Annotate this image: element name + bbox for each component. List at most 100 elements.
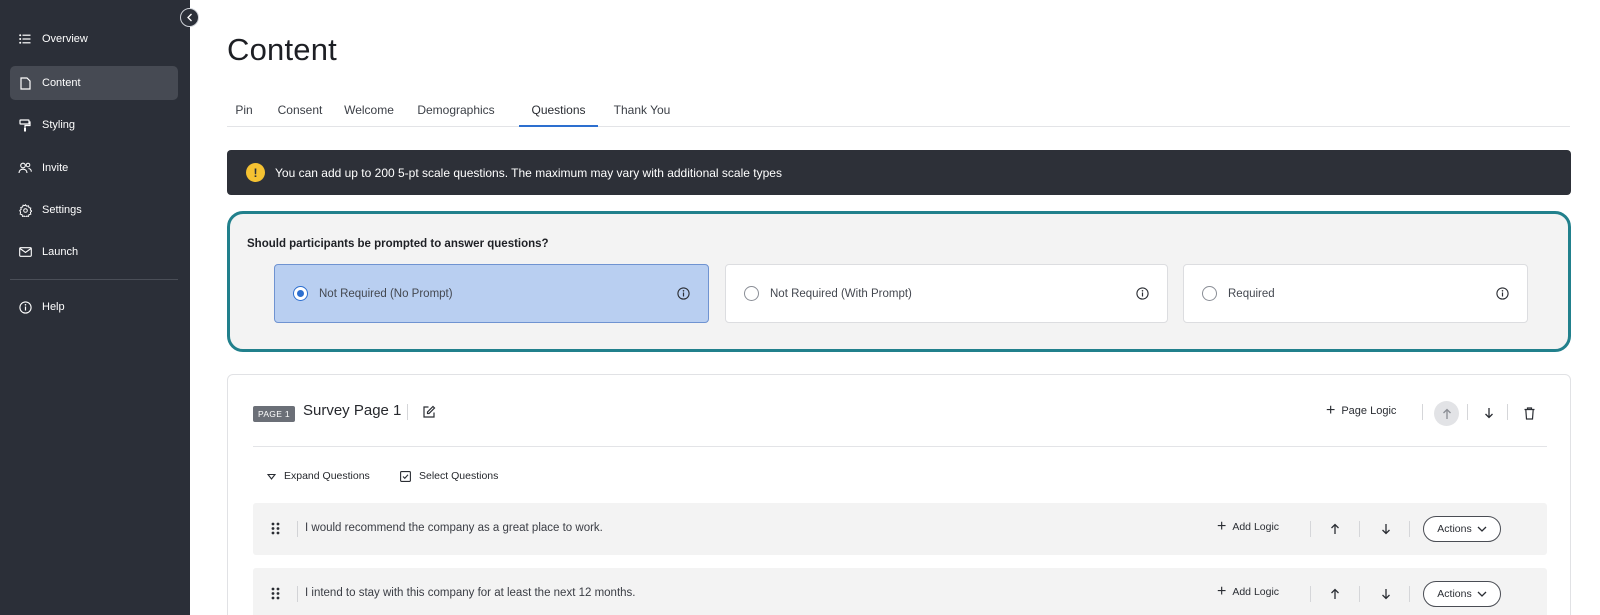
sidebar-item-label: Launch (42, 246, 79, 258)
sidebar-item-launch[interactable]: Launch (10, 235, 178, 269)
divider (1359, 586, 1360, 602)
document-icon (18, 76, 32, 90)
list-icon (18, 32, 32, 46)
sidebar: Overview Content Styling Invite Settings… (0, 0, 190, 615)
trash-icon (1524, 406, 1534, 420)
select-questions-label: Select Questions (419, 470, 499, 482)
sidebar-item-content[interactable]: Content (10, 66, 178, 100)
add-logic-button[interactable]: + Add Logic (1217, 584, 1279, 600)
edit-icon[interactable] (422, 405, 436, 419)
checkbox-icon (400, 470, 411, 482)
option-required[interactable]: Required (1183, 264, 1528, 323)
question-row: I would recommend the company as a great… (253, 503, 1547, 555)
question-text[interactable]: I intend to stay with this company for a… (305, 587, 635, 599)
actions-dropdown-button[interactable]: Actions (1423, 581, 1501, 607)
card-divider (253, 446, 1547, 447)
move-question-down-button[interactable] (1377, 585, 1395, 603)
radio-button[interactable] (1202, 286, 1217, 301)
actions-label: Actions (1437, 588, 1472, 600)
page-name: Survey Page 1 (303, 402, 402, 419)
divider (297, 586, 298, 602)
tab-demographics[interactable]: Demographics (413, 100, 499, 127)
gear-icon (18, 203, 32, 217)
divider (1409, 586, 1410, 602)
actions-label: Actions (1437, 523, 1472, 535)
plus-icon: + (1326, 402, 1336, 419)
chevron-left-icon (186, 13, 192, 22)
divider (407, 404, 408, 420)
mail-icon (18, 245, 32, 259)
actions-dropdown-button[interactable]: Actions (1423, 516, 1501, 542)
move-question-up-button[interactable] (1326, 585, 1344, 603)
divider (297, 521, 298, 537)
tab-thank-you[interactable]: Thank You (609, 100, 675, 127)
banner-message: You can add up to 200 5-pt scale questio… (275, 165, 782, 180)
sidebar-item-invite[interactable]: Invite (10, 151, 178, 185)
prompt-settings-panel: Should participants be prompted to answe… (227, 211, 1571, 352)
radio-button[interactable] (293, 286, 308, 301)
divider (1467, 404, 1468, 420)
info-icon[interactable] (1136, 287, 1149, 300)
question-row: I intend to stay with this company for a… (253, 568, 1547, 615)
info-banner: ! You can add up to 200 5-pt scale quest… (227, 150, 1571, 195)
add-logic-button[interactable]: + Add Logic (1217, 519, 1279, 535)
page-logic-button[interactable]: + Page Logic (1326, 402, 1396, 419)
option-label: Not Required (With Prompt) (770, 287, 912, 300)
divider (1310, 586, 1311, 602)
option-label: Not Required (No Prompt) (319, 287, 453, 300)
sidebar-item-label: Styling (42, 119, 76, 131)
divider (1507, 404, 1508, 420)
warning-icon: ! (246, 163, 265, 182)
sidebar-collapse-button[interactable] (180, 8, 199, 27)
drag-handle-icon[interactable] (271, 587, 280, 600)
sidebar-item-overview[interactable]: Overview (10, 22, 178, 56)
arrow-up-icon (1331, 523, 1339, 534)
option-label: Required (1228, 287, 1275, 300)
divider (1422, 404, 1423, 420)
sidebar-item-label: Overview (42, 33, 88, 45)
move-question-up-button[interactable] (1326, 520, 1344, 538)
select-questions-button[interactable]: Select Questions (400, 470, 498, 482)
tab-bar: Pin Consent Welcome Demographics Questio… (227, 100, 1570, 127)
users-icon (18, 161, 32, 175)
arrow-up-icon (1331, 588, 1339, 599)
tab-consent[interactable]: Consent (273, 100, 327, 127)
divider (1310, 521, 1311, 537)
drag-handle-icon[interactable] (271, 522, 280, 535)
sidebar-item-settings[interactable]: Settings (10, 193, 178, 227)
arrow-down-icon (1382, 589, 1390, 600)
move-page-up-button[interactable] (1434, 401, 1459, 426)
info-icon[interactable] (677, 287, 690, 300)
page-badge: PAGE 1 (253, 406, 295, 422)
sidebar-item-styling[interactable]: Styling (10, 108, 178, 142)
option-not-required-no-prompt[interactable]: Not Required (No Prompt) (274, 264, 709, 323)
move-page-down-button[interactable] (1480, 404, 1498, 422)
info-circle-icon (18, 300, 32, 314)
radio-button[interactable] (744, 286, 759, 301)
sidebar-item-label: Content (42, 77, 81, 89)
divider (1409, 521, 1410, 537)
chevron-down-icon (1477, 591, 1487, 597)
prompt-question-label: Should participants be prompted to answe… (247, 238, 549, 250)
tab-questions[interactable]: Questions (519, 100, 598, 127)
sidebar-item-help[interactable]: Help (10, 290, 178, 324)
question-text[interactable]: I would recommend the company as a great… (305, 522, 603, 534)
option-not-required-with-prompt[interactable]: Not Required (With Prompt) (725, 264, 1168, 323)
expand-questions-label: Expand Questions (284, 470, 370, 482)
tab-welcome[interactable]: Welcome (341, 100, 397, 127)
expand-questions-button[interactable]: Expand Questions (267, 470, 370, 482)
move-question-down-button[interactable] (1377, 520, 1395, 538)
chevron-down-icon (1477, 526, 1487, 532)
divider (1359, 521, 1360, 537)
survey-page-card: PAGE 1 Survey Page 1 + Page Logic Expand… (227, 374, 1571, 615)
sidebar-item-label: Invite (42, 162, 69, 174)
paint-roller-icon (18, 118, 32, 132)
arrow-up-icon (1442, 408, 1451, 419)
sidebar-divider (10, 279, 178, 280)
info-icon[interactable] (1496, 287, 1509, 300)
sidebar-item-label: Help (42, 301, 65, 313)
caret-down-icon (267, 473, 276, 480)
page-title: Content (227, 32, 337, 67)
delete-page-button[interactable] (1520, 404, 1538, 422)
tab-pin[interactable]: Pin (227, 100, 261, 127)
